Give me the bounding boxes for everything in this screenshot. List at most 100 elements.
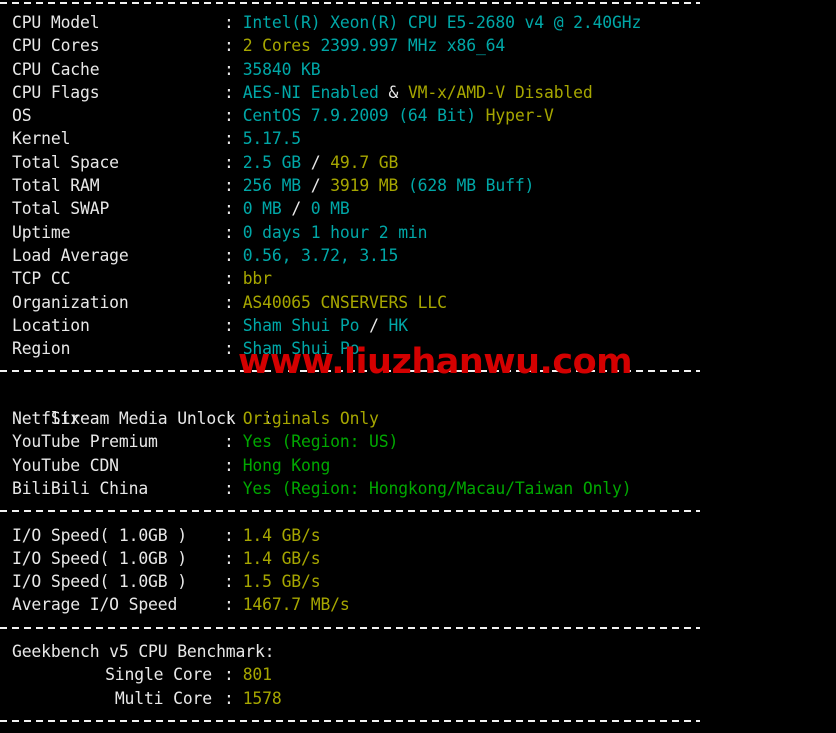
info-row: Organization: AS40065 CNSERVERS LLC	[0, 291, 836, 314]
info-row: Average I/O Speed:1467.7 MB/s	[0, 593, 836, 616]
info-row-colon: :	[224, 222, 234, 242]
value-segment: &	[388, 82, 408, 102]
value-segment: 3919 MB	[330, 176, 408, 196]
info-row-value: 1467.7 MB/s	[234, 595, 350, 614]
info-row-colon: :	[224, 478, 234, 498]
value-segment: 1.5 GB/s	[242, 572, 321, 592]
info-row-label: Netflix	[12, 409, 81, 429]
info-row-colon: :	[224, 688, 234, 708]
value-segment: 0 days 1 hour 2 min	[242, 222, 428, 242]
info-row-value: 1578	[234, 689, 282, 708]
value-segment: Sham Shui Po	[242, 339, 360, 359]
info-row-colon: :	[224, 245, 234, 265]
value-segment: 0 MB	[242, 199, 292, 219]
value-segment: AS40065 CNSERVERS LLC	[242, 292, 447, 312]
info-row-label: TCP CC	[12, 269, 71, 289]
info-row-label: Location	[12, 315, 90, 335]
info-row: Total SWAP:0 MB / 0 MB	[0, 197, 836, 220]
value-segment: 256 MB	[242, 176, 311, 196]
info-row-colon: :	[224, 36, 234, 56]
info-row-colon: :	[224, 525, 234, 545]
info-row: CPU Cache:35840 KB	[0, 58, 836, 81]
value-segment: 1467.7 MB/s	[242, 595, 350, 615]
info-row-value: 0 MB / 0 MB	[234, 199, 350, 218]
info-row-label: I/O Speed( 1.0GB )	[12, 548, 187, 568]
value-segment: Originals Only	[242, 409, 379, 429]
info-row: YouTube Premium: Yes (Region: US)	[0, 430, 836, 453]
info-row-label: BiliBili China	[12, 478, 149, 498]
info-row-value: 0.56, 3.72, 3.15	[234, 246, 399, 265]
separator-rule	[0, 370, 700, 373]
info-row-value: Sham Shui Po / HK	[234, 316, 408, 335]
info-row-label: I/O Speed( 1.0GB )	[12, 525, 187, 545]
info-row-label: Single Core	[105, 665, 212, 685]
info-row-colon: :	[224, 269, 234, 289]
info-row-label: Load Average	[12, 245, 129, 265]
info-row-value: 1.4 GB/s	[234, 549, 321, 568]
separator-bottom	[0, 710, 836, 733]
info-row-label: Total Space	[12, 152, 119, 172]
info-row-value: Hong Kong	[234, 456, 331, 475]
info-row: Load Average:0.56, 3.72, 3.15	[0, 244, 836, 267]
value-segment: Yes (Region: Hongkong/Macau/Taiwan Only)	[242, 478, 632, 498]
info-row-value: 0 days 1 hour 2 min	[234, 223, 428, 242]
value-segment: 35840 KB	[242, 59, 321, 79]
info-row-colon: :	[224, 455, 234, 475]
info-row-colon: :	[224, 595, 234, 615]
value-segment: /	[291, 199, 311, 219]
info-row-value: 256 MB / 3919 MB (628 MB Buff)	[234, 176, 535, 195]
value-segment: Yes (Region: US)	[242, 432, 399, 452]
info-row-value: 5.17.5	[234, 129, 301, 148]
info-row-colon: :	[224, 199, 234, 219]
geekbench-heading: Geekbench v5 CPU Benchmark:	[12, 642, 275, 662]
info-row-label: OS	[12, 106, 32, 126]
info-row-value: 801	[234, 665, 272, 684]
stream-media-section: Netflix: Originals Only YouTube Premium: Ye…	[0, 407, 836, 500]
value-segment: Intel(R) Xeon(R) CPU E5-2680 v4 @ 2.40GH…	[242, 13, 642, 32]
info-row-colon: :	[224, 339, 234, 359]
info-row: YouTube CDN: Hong Kong	[0, 454, 836, 477]
info-row-label: YouTube CDN	[12, 455, 119, 475]
info-row-colon: :	[224, 152, 234, 172]
info-row-label: CPU Cache	[12, 59, 100, 79]
info-row-value: AS40065 CNSERVERS LLC	[234, 293, 447, 312]
info-row-label: Multi Core	[114, 688, 212, 708]
value-segment: VM-x/AMD-V Disabled	[407, 82, 593, 102]
info-row-label: Region	[12, 339, 71, 359]
info-row-value: Sham Shui Po	[234, 339, 360, 358]
info-row-value: 1.4 GB/s	[234, 526, 321, 545]
value-segment: /	[369, 315, 389, 335]
info-row: I/O Speed( 1.0GB ):1.5 GB/s	[0, 570, 836, 593]
value-segment: (628 MB Buff)	[407, 176, 535, 196]
value-segment: 1.4 GB/s	[242, 525, 321, 545]
value-segment: /	[310, 152, 331, 172]
value-segment: 1.4 GB/s	[242, 548, 321, 568]
value-segment: 2399.997 MHz x86_64	[320, 36, 506, 56]
info-row-colon: :	[224, 315, 234, 335]
info-row-value: AES-NI Enabled & VM-x/AMD-V Disabled	[234, 83, 593, 102]
info-row-colon: :	[224, 129, 234, 149]
info-row-value: 35840 KB	[234, 60, 321, 79]
info-row-colon: :	[224, 409, 234, 429]
info-row-value: Yes (Region: Hongkong/Macau/Taiwan Only)	[234, 479, 632, 498]
info-row-colon: :	[224, 665, 234, 685]
info-row-label: Average I/O Speed	[12, 595, 178, 615]
info-row-colon: :	[224, 292, 234, 312]
info-row-value: Yes (Region: US)	[234, 432, 399, 451]
info-row-colon: :	[224, 13, 234, 32]
info-row: Total Space:2.5 GB / 49.7 GB	[0, 151, 836, 174]
value-segment: 0 MB	[310, 199, 350, 219]
info-row-colon: :	[224, 106, 234, 126]
info-row: Location: Sham Shui Po / HK	[0, 314, 836, 337]
separator-geekbench	[0, 617, 836, 640]
separator-io-speed	[0, 500, 836, 523]
info-row-value: Intel(R) Xeon(R) CPU E5-2680 v4 @ 2.40GH…	[234, 13, 642, 32]
info-row: CPU Model: Intel(R) Xeon(R) CPU E5-2680 v…	[0, 11, 836, 34]
value-segment: 1578	[242, 688, 282, 708]
terminal-output: CPU Model: Intel(R) Xeon(R) CPU E5-2680 v…	[0, 0, 836, 723]
info-row-value: Originals Only	[234, 409, 379, 428]
value-segment: HK	[388, 315, 409, 335]
value-segment: Hyper-V	[485, 106, 554, 126]
info-row-colon: :	[224, 82, 234, 102]
value-segment: 5.17.5	[242, 129, 302, 149]
